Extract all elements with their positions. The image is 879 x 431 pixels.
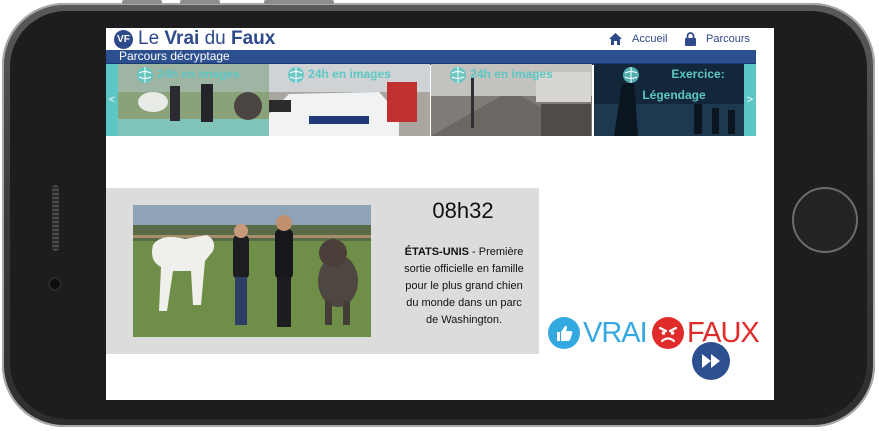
carousel-tile-1[interactable]: 24h en images [118,64,279,136]
tile-3-title: 24h en images [470,67,553,81]
angry-face-icon [652,317,684,349]
section-title: Parcours décryptage [119,49,230,63]
app-logo[interactable]: Le Vrai du Faux [138,28,275,50]
section-bar: Parcours décryptage [106,49,756,65]
carousel-next-button[interactable]: > [744,64,756,136]
app-screen: VF Le Vrai du Faux Accueil Parcours Parc… [106,28,774,400]
news-caption: ÉTATS-UNIS - Première sortie officielle … [401,244,527,329]
nav-parcours-label: Parcours [706,33,751,45]
nav-parcours[interactable]: Parcours [685,31,750,47]
home-icon [609,33,622,45]
phone-home-button[interactable] [792,187,858,253]
phone-camera [50,279,60,289]
logo-badge[interactable]: VF [114,30,133,49]
phone-volume-up-button [122,0,162,4]
carousel-tile-2[interactable]: 24h en images [269,64,430,136]
fast-forward-icon [702,354,720,368]
tile-4-subtitle: Légendage [642,88,706,102]
next-button[interactable] [692,342,730,380]
tile-1-title: 24h en images [157,67,240,81]
thumbs-up-icon [548,317,580,349]
lock-icon [685,32,696,46]
tile-2-title: 24h en images [308,67,391,81]
news-text: - Première sortie officielle en famille … [404,246,524,326]
carousel-prev-button[interactable]: < [106,64,118,136]
vrai-button[interactable]: VRAI [548,315,648,351]
news-time: 08h32 [432,198,494,223]
news-card: 08h32 ÉTATS-UNIS - Première sortie offic… [106,188,539,354]
nav-home-label: Accueil [632,33,668,45]
carousel: < 24h en images 24h en images 24h en ima… [106,64,756,136]
nav-home[interactable]: Accueil [609,31,667,47]
news-location: ÉTATS-UNIS [404,246,469,258]
phone-power-button [264,0,334,4]
phone-volume-down-button [180,0,220,4]
carousel-tile-4[interactable]: Exercice: Légendage [594,64,744,136]
vrai-label: VRAI [583,316,648,349]
news-photo [133,205,371,337]
phone-speaker [52,185,59,251]
carousel-tile-3[interactable]: 24h en images [431,64,592,136]
app-header: VF Le Vrai du Faux Accueil Parcours [106,28,756,50]
tile-4-title: Exercice: [671,67,725,81]
